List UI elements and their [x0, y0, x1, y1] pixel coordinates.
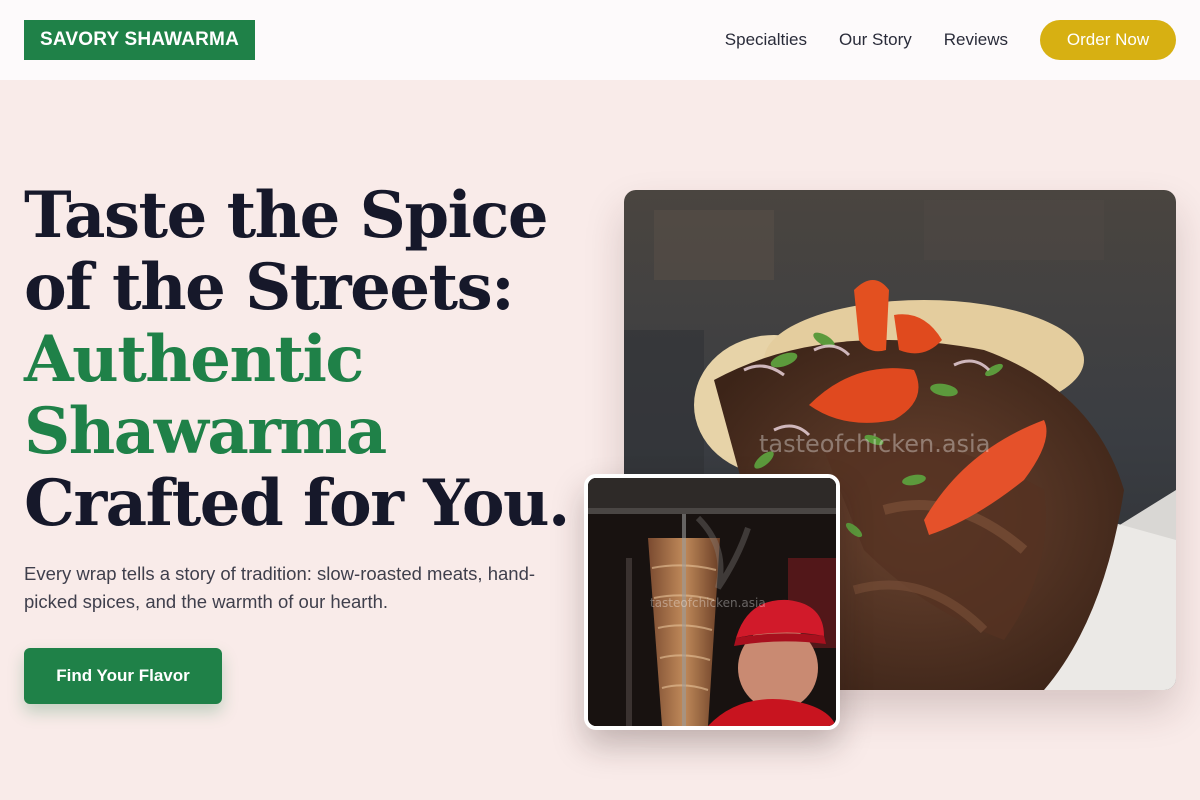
headline-line-2: of the Streets:: [24, 250, 515, 325]
nav-link-our-story[interactable]: Our Story: [839, 30, 912, 50]
find-your-flavor-button[interactable]: Find Your Flavor: [24, 648, 222, 704]
order-now-button[interactable]: Order Now: [1040, 20, 1176, 60]
site-header: SAVORY SHAWARMA Specialties Our Story Re…: [0, 0, 1200, 80]
nav-link-reviews[interactable]: Reviews: [944, 30, 1008, 50]
inset-photo-watermark: tasteofchicken.asia: [650, 596, 766, 610]
headline-line-5: Crafted for You.: [24, 466, 570, 541]
brand-logo[interactable]: SAVORY SHAWARMA: [24, 20, 256, 60]
main-photo-watermark: tasteofchicken.asia: [759, 430, 991, 458]
nav-link-specialties[interactable]: Specialties: [725, 30, 807, 50]
hero-headline: Taste the Spice of the Streets: Authenti…: [24, 180, 584, 540]
hero-subtext: Every wrap tells a story of tradition: s…: [24, 563, 536, 612]
main-nav: Specialties Our Story Reviews Order Now: [693, 20, 1176, 60]
headline-line-1: Taste the Spice: [24, 178, 549, 253]
headline-accent-line-2: Shawarma: [24, 394, 387, 469]
rotisserie-photo: tasteofchicken.asia: [584, 474, 840, 730]
headline-accent-line-1: Authentic: [24, 322, 364, 397]
